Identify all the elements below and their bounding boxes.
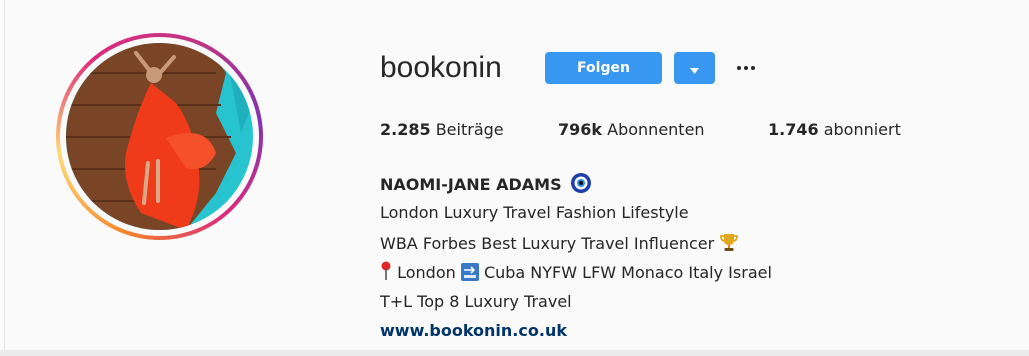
more-options-icon[interactable]	[733, 58, 759, 78]
suggested-accounts-dropdown-button[interactable]	[674, 52, 715, 84]
bio-line-2-text: WBA Forbes Best Luxury Travel Influencer	[380, 234, 715, 253]
nazar-amulet-icon	[570, 172, 592, 198]
page-bottom-border	[0, 350, 1029, 356]
profile-full-name: NAOMI-JANE ADAMS	[380, 172, 592, 198]
bio-line-3: London Cuba NYFW LFW Monaco Italy Israel	[380, 261, 772, 284]
round-pushpin-icon	[380, 261, 397, 282]
following-label: abonniert	[823, 120, 901, 139]
following-stat[interactable]: 1.746 abonniert	[768, 119, 901, 141]
story-ring[interactable]	[56, 33, 263, 240]
page-left-border	[4, 0, 5, 356]
follow-button[interactable]: Folgen	[545, 52, 662, 84]
soon-arrow-icon	[460, 263, 484, 282]
profile-username: bookonin	[380, 51, 502, 84]
bio-line-3-location: London	[397, 263, 456, 282]
posts-label: Beiträge	[435, 120, 504, 139]
profile-website-link[interactable]: www.bookonin.co.uk	[380, 320, 567, 342]
bio-line-2: WBA Forbes Best Luxury Travel Influencer	[380, 232, 739, 255]
profile-avatar[interactable]	[66, 43, 253, 230]
caret-down-icon	[690, 59, 699, 78]
bio-line-1: London Luxury Travel Fashion Lifestyle	[380, 203, 689, 222]
full-name-text: NAOMI-JANE ADAMS	[380, 175, 562, 194]
following-count: 1.746	[768, 120, 819, 139]
followers-label: Abonnenten	[607, 120, 705, 139]
posts-count: 2.285	[380, 120, 431, 139]
bio-line-4: T+L Top 8 Luxury Travel	[380, 292, 572, 311]
bio-line-3-text: Cuba NYFW LFW Monaco Italy Israel	[483, 263, 772, 282]
followers-stat[interactable]: 796k Abonnenten	[558, 119, 705, 141]
posts-stat: 2.285 Beiträge	[380, 119, 504, 141]
trophy-icon	[719, 234, 739, 253]
followers-count: 796k	[558, 120, 603, 139]
